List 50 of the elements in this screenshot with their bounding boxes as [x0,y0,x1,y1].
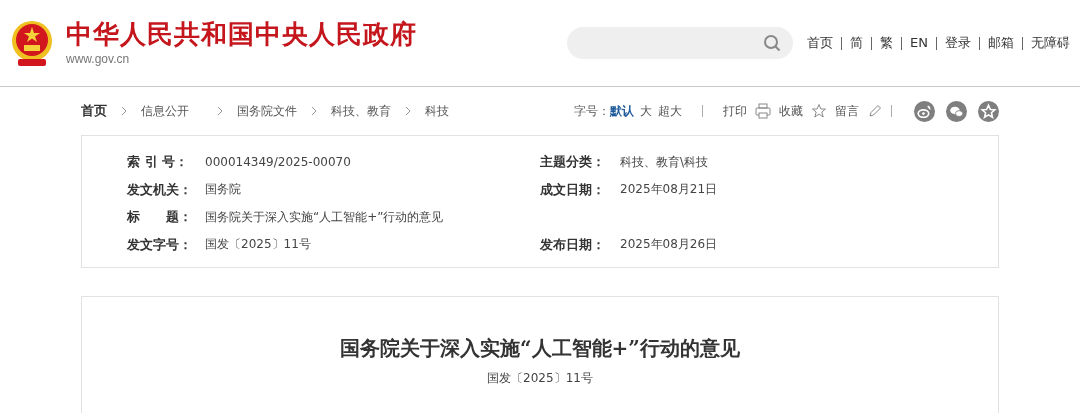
font-size-label: 字号： [574,103,610,120]
nav-link[interactable]: 繁 [880,33,894,53]
field-label: 标 题： [127,208,193,226]
breadcrumb-link[interactable]: 科技 [425,102,449,120]
font-size-option[interactable]: 默认 [610,102,634,120]
field-label: 发文字号： [127,235,193,254]
document-title: 国务院关于深入实施“人工智能+”行动的意见 [340,335,740,362]
field-value: 国务院 [205,181,242,199]
field-value: 国务院关于深入实施“人工智能+”行动的意见 [205,208,445,226]
search-field[interactable] [567,27,794,59]
chevron-icon [405,106,411,116]
search-icon[interactable] [763,34,782,52]
star-icon[interactable] [811,103,827,119]
nav-link[interactable]: EN [910,33,928,53]
weibo-icon[interactable] [914,100,935,122]
field-value: 科技、教育\科技 [620,153,709,171]
pencil-icon[interactable] [867,103,883,119]
site-title[interactable]: 中华人民共和国中央人民政府 [66,18,417,50]
nav-link[interactable]: 登录 [945,33,971,53]
font-size-option[interactable]: 超大 [658,102,682,120]
chevron-icon [311,106,317,116]
field-label: 主题分类： [540,153,606,171]
site-url: www.gov.cn [66,51,131,68]
toolbar-link[interactable]: 留言 [835,102,859,120]
breadcrumb-link[interactable]: 国务院文件 [237,102,297,120]
font-size-option[interactable]: 大 [640,102,652,120]
star-icon[interactable] [978,100,999,122]
national-emblem-icon [10,19,54,67]
toolbar-link[interactable]: 打印 [723,102,747,120]
chevron-icon [121,106,127,116]
field-label: 发文机关： [127,180,193,199]
field-label: 发布日期： [540,235,606,254]
breadcrumb-link[interactable]: 科技、教育 [331,102,391,120]
chat-bubbles-icon[interactable] [946,100,967,122]
printer-icon[interactable] [755,103,771,119]
nav-link[interactable]: 首页 [807,33,834,53]
field-value: 2025年08月26日 [620,236,718,254]
document-number: 国发〔2025〕11号 [487,370,593,387]
toolbar-link[interactable]: 收藏 [779,102,803,120]
nav-link[interactable]: 邮箱 [988,33,1014,53]
nav-link[interactable]: 无障碍 [1031,33,1070,53]
breadcrumb-link[interactable]: 首页 [81,101,107,121]
field-label: 成文日期： [540,180,606,199]
field-value: 2025年08月21日 [620,181,718,199]
field-value: 国发〔2025〕11号 [205,236,312,254]
chevron-icon [217,106,223,116]
nav-link[interactable]: 简 [850,33,864,53]
breadcrumb-link[interactable]: 信息公开 [141,102,189,120]
field-label: 索 引 号： [127,153,190,171]
field-value: 000014349/2025-00070 [205,153,352,171]
